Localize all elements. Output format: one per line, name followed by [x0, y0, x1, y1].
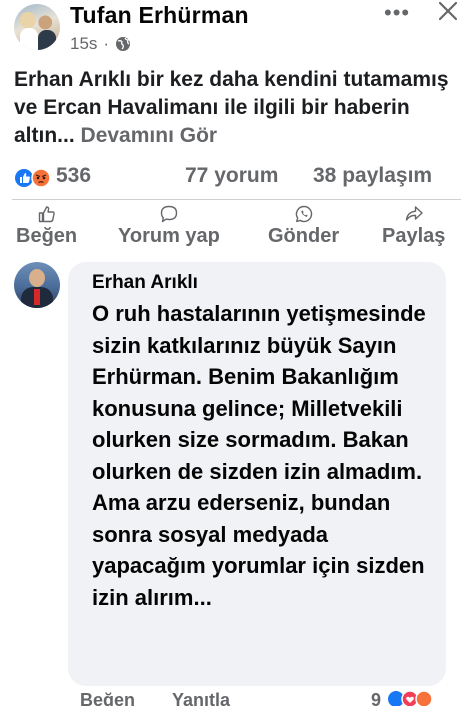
like-icon	[38, 206, 55, 223]
angry-reaction-icon	[31, 168, 51, 188]
like-button-label: Beğen	[16, 225, 78, 247]
share-button-label: Paylaş	[382, 225, 446, 247]
whatsapp-icon	[295, 205, 312, 223]
comment-reaction-count[interactable]: 9	[371, 690, 381, 706]
post-header: Tufan Erhürman 15s · •••	[0, 0, 473, 62]
post-meta: 15s ·	[70, 34, 131, 54]
post-time[interactable]: 15s	[70, 34, 97, 54]
close-icon[interactable]	[437, 0, 459, 22]
commenter-name[interactable]: Erhan Arıklı	[92, 272, 198, 294]
share-button[interactable]: Paylaş	[382, 204, 445, 248]
reaction-count[interactable]: 536	[56, 164, 91, 188]
author-avatar[interactable]	[14, 4, 60, 50]
see-more-link[interactable]: Devamını Gör	[81, 124, 218, 147]
comment-reply-button[interactable]: Yanıtla	[172, 690, 230, 706]
divider	[12, 199, 461, 200]
reaction-icons[interactable]	[14, 168, 56, 188]
comment-button[interactable]: Yorum yap	[118, 204, 220, 248]
comment-like-button[interactable]: Beğen	[80, 690, 135, 706]
like-reaction-icon	[15, 169, 33, 187]
post-text: Erhan Arıklı bir kez daha kendini tutama…	[14, 66, 466, 150]
post-body: Erhan Arıklı bir kez daha kendini tutama…	[14, 68, 449, 147]
comments-count[interactable]: 77 yorum	[185, 164, 278, 188]
comment-icon	[160, 205, 178, 223]
send-button[interactable]: Gönder	[268, 204, 339, 248]
angry-reaction-icon	[415, 690, 433, 706]
post-stats: 536 77 yorum 38 paylaşım	[0, 162, 473, 192]
send-button-label: Gönder	[268, 225, 340, 247]
comment-text: O ruh hastalarının yetişmesinde sizin ka…	[92, 301, 426, 610]
comment-button-label: Yorum yap	[118, 225, 220, 247]
meta-separator: ·	[103, 34, 110, 53]
more-icon[interactable]: •••	[384, 0, 410, 26]
commenter-avatar[interactable]	[14, 262, 60, 308]
comment-reaction-icons[interactable]	[386, 690, 446, 706]
author-name[interactable]: Tufan Erhürman	[70, 2, 249, 29]
shares-count[interactable]: 38 paylaşım	[313, 164, 432, 188]
globe-icon	[116, 37, 131, 51]
action-bar: Beğen Yorum yap Gönder Paylaş	[0, 204, 473, 256]
comment-footer: Beğen Yanıtla 9	[0, 690, 473, 706]
share-icon	[405, 206, 423, 221]
like-button[interactable]: Beğen	[16, 204, 77, 248]
